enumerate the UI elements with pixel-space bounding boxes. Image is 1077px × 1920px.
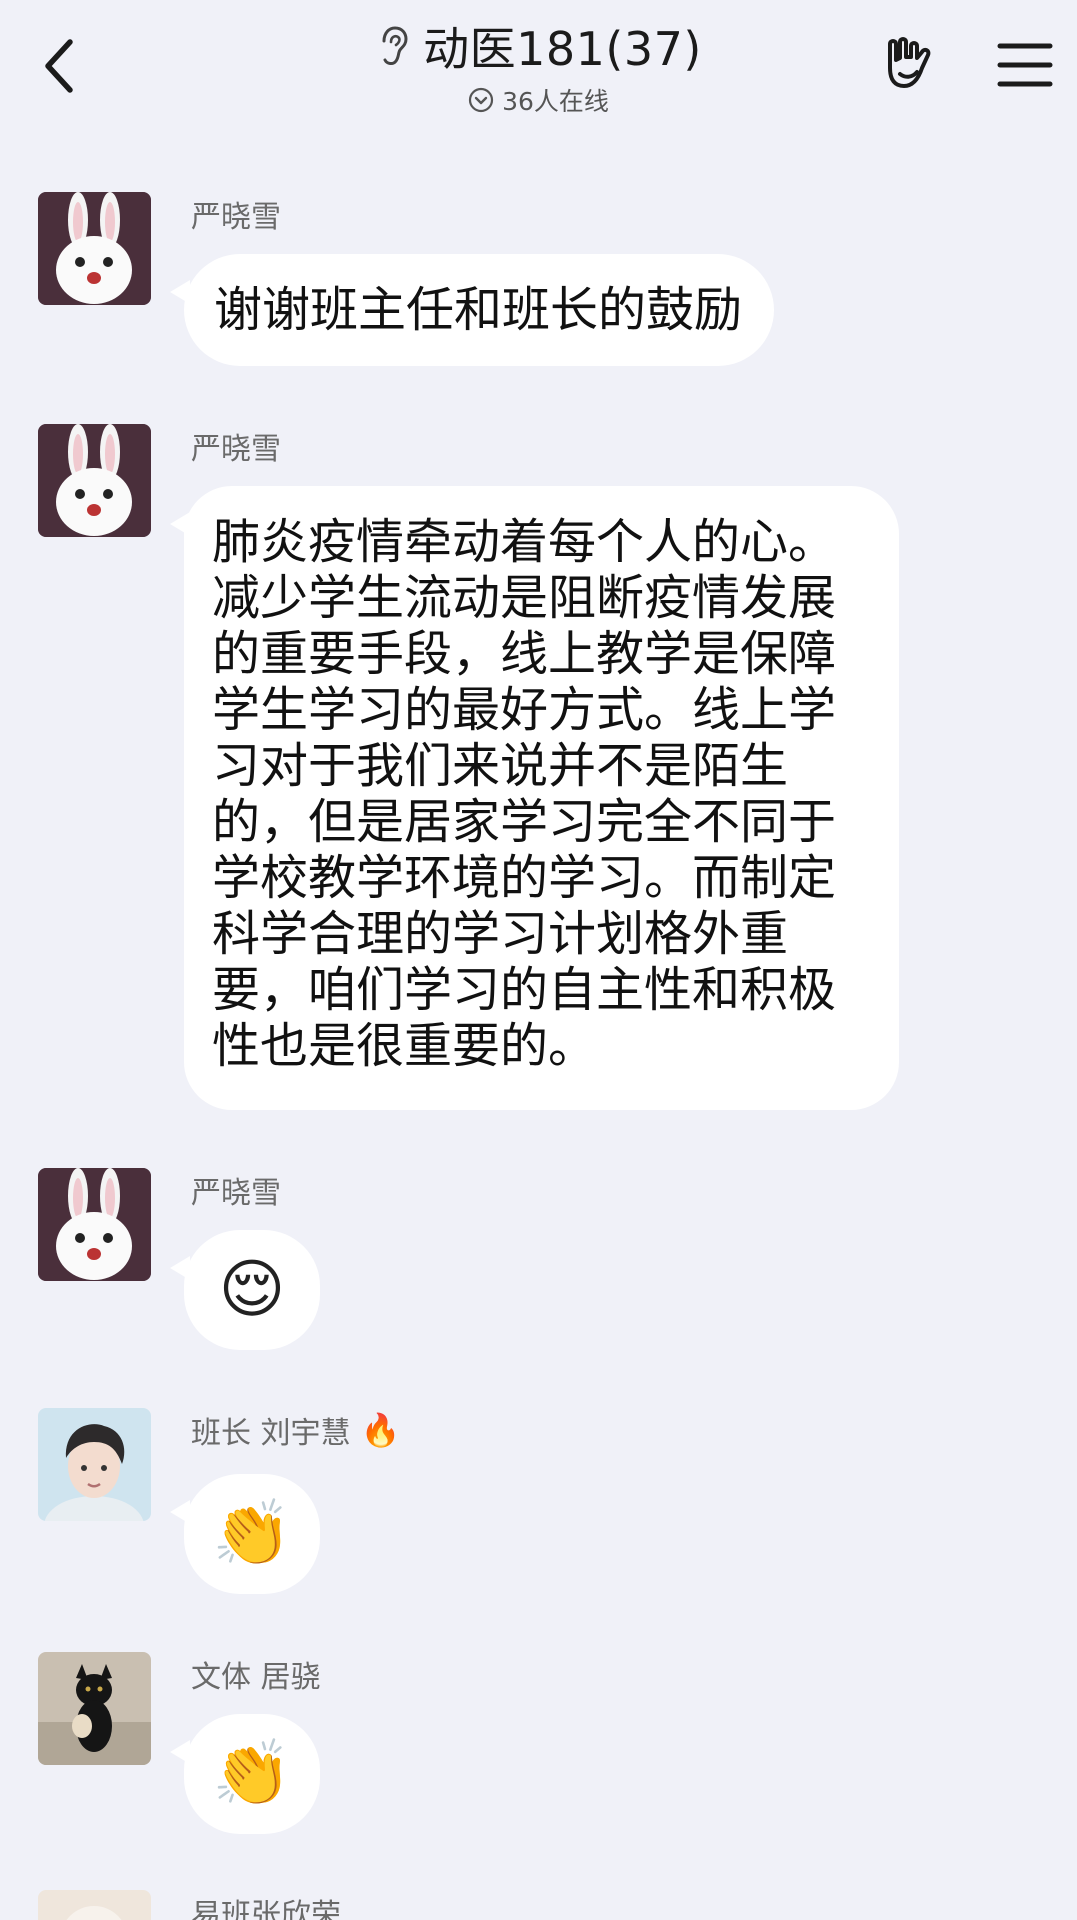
message-bubble[interactable]: 肺炎疫情牵动着每个人的心。减少学生流动是阻断疫情发展的重要手段，线上教学是保障学…	[170, 486, 899, 1110]
sender-name: 严晓雪	[191, 200, 281, 235]
sender-name: 严晓雪	[191, 1176, 281, 1211]
hamburger-menu-icon	[997, 43, 1053, 87]
bunny-avatar-icon	[38, 192, 151, 305]
bunny-avatar-icon	[38, 1168, 151, 1281]
chat-header: 动医181(37) 36人在线	[0, 0, 1077, 130]
ear-icon[interactable]	[375, 25, 409, 67]
gesture-button[interactable]	[878, 30, 938, 100]
emoji-bubble[interactable]: 👏	[170, 1474, 320, 1594]
avatar[interactable]	[38, 1890, 151, 1920]
menu-button[interactable]	[996, 36, 1054, 94]
bunny-avatar-icon	[38, 424, 151, 537]
avatar-placeholder-icon	[38, 1890, 151, 1920]
emoji-clapping: 👏	[212, 1497, 292, 1571]
avatar[interactable]	[38, 192, 151, 305]
chat-title: 动医181(37)	[423, 22, 702, 76]
cat-avatar-icon	[38, 1652, 151, 1765]
emoji-relieved: 😌	[218, 1253, 286, 1327]
message-bubble[interactable]: 谢谢班主任和班长的鼓励	[170, 254, 774, 366]
avatar[interactable]	[38, 1168, 151, 1281]
online-count: 36人在线	[502, 87, 609, 116]
person-avatar-icon	[38, 1408, 151, 1521]
message-text: 谢谢班主任和班长的鼓励	[214, 282, 743, 338]
emoji-bubble[interactable]: 😌	[170, 1230, 320, 1350]
chevron-circle-down-icon[interactable]	[468, 87, 494, 113]
sender-name: 班长 刘宇慧 🔥	[191, 1411, 401, 1451]
avatar[interactable]	[38, 1652, 151, 1765]
avatar[interactable]	[38, 1408, 151, 1521]
sender-name: 易班张欣荣	[191, 1898, 341, 1920]
message-text: 肺炎疫情牵动着每个人的心。减少学生流动是阻断疫情发展的重要手段，线上教学是保障学…	[212, 514, 837, 1074]
avatar[interactable]	[38, 424, 151, 537]
rock-hand-icon	[888, 37, 931, 88]
sender-name: 严晓雪	[191, 432, 281, 467]
chat-screen: 动医181(37) 36人在线 严晓雪 谢谢班主任和班长的鼓励 严晓雪 肺炎疫情…	[0, 0, 1077, 1920]
sender-name: 文体 居骁	[191, 1660, 321, 1695]
fire-badge-icon: 🔥	[360, 1411, 401, 1449]
emoji-clapping: 👏	[212, 1737, 292, 1811]
emoji-bubble[interactable]: 👏	[170, 1714, 320, 1834]
